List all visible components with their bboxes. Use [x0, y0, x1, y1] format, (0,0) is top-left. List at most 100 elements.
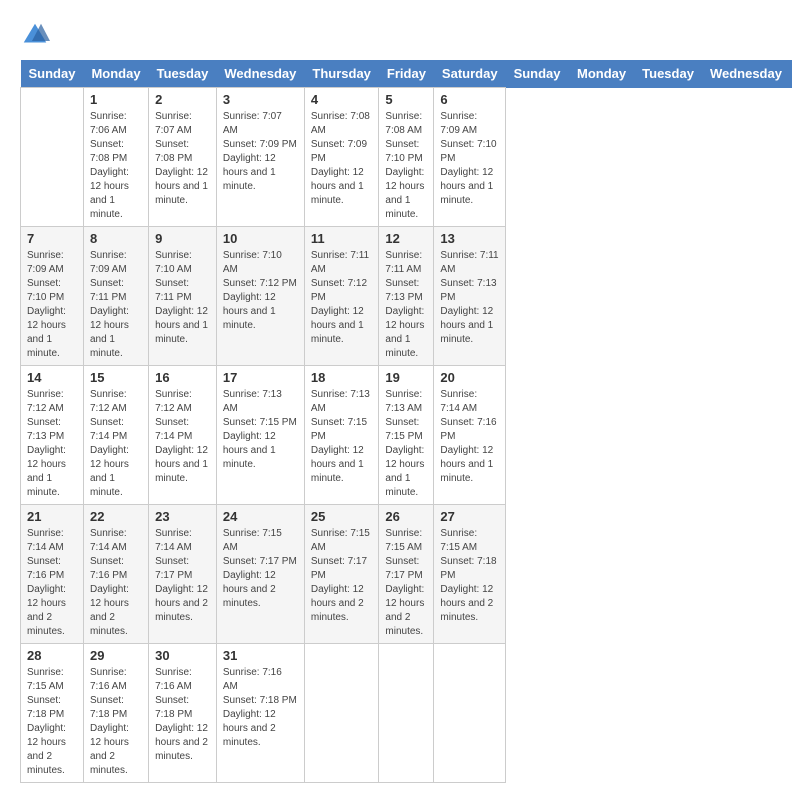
- calendar-cell: [434, 644, 506, 783]
- day-number: 16: [155, 370, 210, 385]
- calendar-cell: 20 Sunrise: 7:14 AMSunset: 7:16 PMDayligh…: [434, 366, 506, 505]
- calendar-cell: 14 Sunrise: 7:12 AMSunset: 7:13 PMDayligh…: [21, 366, 84, 505]
- day-number: 28: [27, 648, 77, 663]
- day-info: Sunrise: 7:15 AMSunset: 7:18 PMDaylight:…: [440, 527, 499, 625]
- day-info: Sunrise: 7:10 AMSunset: 7:11 PMDaylight:…: [155, 249, 210, 347]
- header-monday: Monday: [83, 60, 148, 88]
- day-info: Sunrise: 7:11 AMSunset: 7:13 PMDaylight:…: [385, 249, 427, 361]
- calendar-cell: 23 Sunrise: 7:14 AMSunset: 7:17 PMDayligh…: [149, 505, 217, 644]
- day-info: Sunrise: 7:14 AMSunset: 7:16 PMDaylight:…: [440, 388, 499, 486]
- calendar-cell: 19 Sunrise: 7:13 AMSunset: 7:15 PMDayligh…: [379, 366, 434, 505]
- day-number: 25: [311, 509, 373, 524]
- calendar-cell: 12 Sunrise: 7:11 AMSunset: 7:13 PMDayligh…: [379, 227, 434, 366]
- calendar-cell: 18Sunrise: 7:13 AMSunset: 7:15 PMDayligh…: [304, 366, 379, 505]
- day-number: 24: [223, 509, 298, 524]
- calendar-cell: 4 Sunrise: 7:08 AMSunset: 7:09 PMDaylight…: [304, 88, 379, 227]
- day-number: 21: [27, 509, 77, 524]
- calendar-cell: 5Sunrise: 7:08 AMSunset: 7:10 PMDaylight…: [379, 88, 434, 227]
- day-info: Sunrise: 7:08 AMSunset: 7:10 PMDaylight:…: [385, 110, 427, 222]
- day-info: Sunrise: 7:10 AMSunset: 7:12 PMDaylight:…: [223, 249, 298, 333]
- calendar-cell: 27Sunrise: 7:15 AMSunset: 7:18 PMDayligh…: [434, 505, 506, 644]
- calendar-cell: 15 Sunrise: 7:12 AMSunset: 7:14 PMDayligh…: [83, 366, 148, 505]
- calendar-week-1: 1 Sunrise: 7:06 AMSunset: 7:08 PMDaylight…: [21, 88, 792, 227]
- day-number: 29: [90, 648, 142, 663]
- day-info: Sunrise: 7:12 AMSunset: 7:14 PMDaylight:…: [90, 388, 142, 500]
- day-info: Sunrise: 7:13 AMSunset: 7:15 PMDaylight:…: [223, 388, 298, 472]
- calendar-cell: 21 Sunrise: 7:14 AMSunset: 7:16 PMDayligh…: [21, 505, 84, 644]
- day-number: 4: [311, 92, 373, 107]
- calendar-cell: 7 Sunrise: 7:09 AMSunset: 7:10 PMDaylight…: [21, 227, 84, 366]
- day-info: Sunrise: 7:15 AMSunset: 7:17 PMDaylight:…: [311, 527, 373, 625]
- calendar-cell: 8 Sunrise: 7:09 AMSunset: 7:11 PMDaylight…: [83, 227, 148, 366]
- day-number: 12: [385, 231, 427, 246]
- day-number: 26: [385, 509, 427, 524]
- day-number: 31: [223, 648, 298, 663]
- day-info: Sunrise: 7:11 AMSunset: 7:13 PMDaylight:…: [440, 249, 499, 347]
- calendar-cell: 2 Sunrise: 7:07 AMSunset: 7:08 PMDaylight…: [149, 88, 217, 227]
- calendar-cell: 24 Sunrise: 7:15 AMSunset: 7:17 PMDayligh…: [216, 505, 304, 644]
- day-number: 2: [155, 92, 210, 107]
- day-number: 11: [311, 231, 373, 246]
- day-number: 10: [223, 231, 298, 246]
- day-info: Sunrise: 7:08 AMSunset: 7:09 PMDaylight:…: [311, 110, 373, 208]
- day-info: Sunrise: 7:16 AMSunset: 7:18 PMDaylight:…: [223, 666, 298, 750]
- day-number: 9: [155, 231, 210, 246]
- day-info: Sunrise: 7:14 AMSunset: 7:16 PMDaylight:…: [27, 527, 77, 639]
- day-number: 14: [27, 370, 77, 385]
- header-thursday: Thursday: [304, 60, 379, 88]
- header-sunday: Sunday: [506, 60, 569, 88]
- calendar-week-5: 28Sunrise: 7:15 AMSunset: 7:18 PMDayligh…: [21, 644, 792, 783]
- header-tuesday: Tuesday: [634, 60, 702, 88]
- calendar-cell: [304, 644, 379, 783]
- calendar-cell: [379, 644, 434, 783]
- day-info: Sunrise: 7:09 AMSunset: 7:11 PMDaylight:…: [90, 249, 142, 361]
- day-info: Sunrise: 7:09 AMSunset: 7:10 PMDaylight:…: [440, 110, 499, 208]
- day-number: 1: [90, 92, 142, 107]
- calendar-cell: 30 Sunrise: 7:16 AMSunset: 7:18 PMDayligh…: [149, 644, 217, 783]
- calendar-cell: 10 Sunrise: 7:10 AMSunset: 7:12 PMDayligh…: [216, 227, 304, 366]
- calendar-cell: 17 Sunrise: 7:13 AMSunset: 7:15 PMDayligh…: [216, 366, 304, 505]
- calendar-table: SundayMondayTuesdayWednesdayThursdayFrid…: [20, 60, 792, 783]
- calendar-cell: [21, 88, 84, 227]
- calendar-week-2: 7 Sunrise: 7:09 AMSunset: 7:10 PMDaylight…: [21, 227, 792, 366]
- day-info: Sunrise: 7:13 AMSunset: 7:15 PMDaylight:…: [385, 388, 427, 500]
- page-header: [20, 20, 772, 50]
- day-info: Sunrise: 7:09 AMSunset: 7:10 PMDaylight:…: [27, 249, 77, 361]
- day-info: Sunrise: 7:16 AMSunset: 7:18 PMDaylight:…: [155, 666, 210, 764]
- logo-icon: [20, 20, 50, 50]
- day-number: 20: [440, 370, 499, 385]
- calendar-cell: 22Sunrise: 7:14 AMSunset: 7:16 PMDayligh…: [83, 505, 148, 644]
- day-info: Sunrise: 7:06 AMSunset: 7:08 PMDaylight:…: [90, 110, 142, 222]
- calendar-header-row: SundayMondayTuesdayWednesdayThursdayFrid…: [21, 60, 792, 88]
- day-info: Sunrise: 7:12 AMSunset: 7:14 PMDaylight:…: [155, 388, 210, 486]
- calendar-cell: 31 Sunrise: 7:16 AMSunset: 7:18 PMDayligh…: [216, 644, 304, 783]
- day-info: Sunrise: 7:15 AMSunset: 7:17 PMDaylight:…: [223, 527, 298, 611]
- calendar-week-4: 21 Sunrise: 7:14 AMSunset: 7:16 PMDayligh…: [21, 505, 792, 644]
- calendar-cell: 11Sunrise: 7:11 AMSunset: 7:12 PMDayligh…: [304, 227, 379, 366]
- logo: [20, 20, 54, 50]
- day-number: 7: [27, 231, 77, 246]
- day-number: 17: [223, 370, 298, 385]
- header-wednesday: Wednesday: [216, 60, 304, 88]
- day-number: 22: [90, 509, 142, 524]
- day-number: 3: [223, 92, 298, 107]
- header-tuesday: Tuesday: [149, 60, 217, 88]
- day-info: Sunrise: 7:07 AMSunset: 7:08 PMDaylight:…: [155, 110, 210, 208]
- day-number: 8: [90, 231, 142, 246]
- day-number: 19: [385, 370, 427, 385]
- calendar-cell: 3 Sunrise: 7:07 AMSunset: 7:09 PMDaylight…: [216, 88, 304, 227]
- calendar-cell: 28Sunrise: 7:15 AMSunset: 7:18 PMDayligh…: [21, 644, 84, 783]
- day-number: 30: [155, 648, 210, 663]
- day-info: Sunrise: 7:07 AMSunset: 7:09 PMDaylight:…: [223, 110, 298, 194]
- calendar-week-3: 14 Sunrise: 7:12 AMSunset: 7:13 PMDayligh…: [21, 366, 792, 505]
- header-wednesday: Wednesday: [702, 60, 790, 88]
- day-number: 15: [90, 370, 142, 385]
- calendar-cell: 25 Sunrise: 7:15 AMSunset: 7:17 PMDayligh…: [304, 505, 379, 644]
- header-saturday: Saturday: [434, 60, 506, 88]
- calendar-cell: 16 Sunrise: 7:12 AMSunset: 7:14 PMDayligh…: [149, 366, 217, 505]
- day-info: Sunrise: 7:14 AMSunset: 7:17 PMDaylight:…: [155, 527, 210, 625]
- day-info: Sunrise: 7:16 AMSunset: 7:18 PMDaylight:…: [90, 666, 142, 778]
- day-info: Sunrise: 7:12 AMSunset: 7:13 PMDaylight:…: [27, 388, 77, 500]
- calendar-cell: 9 Sunrise: 7:10 AMSunset: 7:11 PMDaylight…: [149, 227, 217, 366]
- day-number: 23: [155, 509, 210, 524]
